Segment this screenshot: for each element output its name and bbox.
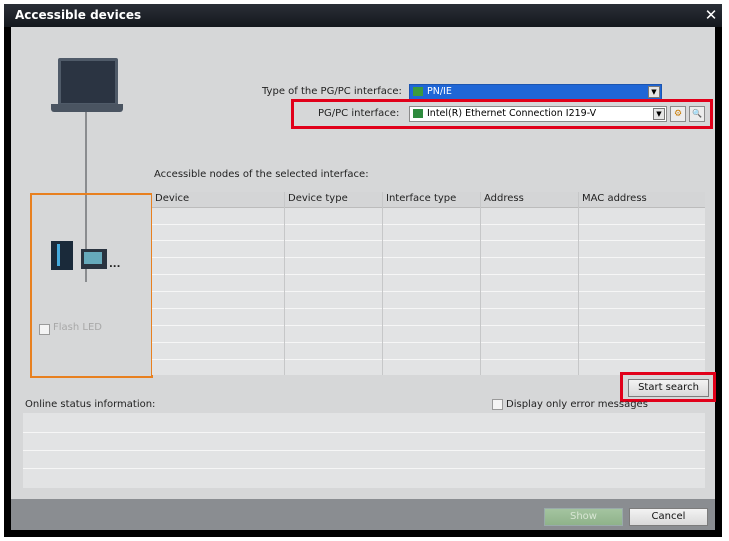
table-header: Device Device type Interface type Addres… [152,192,705,208]
cancel-button[interactable]: Cancel [629,508,708,526]
footer-bar: Show Cancel [11,499,715,530]
dialog-title: Accessible devices [15,8,142,22]
flash-led-label: Flash LED [53,322,102,333]
interface-type-value: PN/IE [427,86,452,97]
error-only-checkbox[interactable] [492,399,503,410]
error-only-label: Display only error messages [506,399,648,410]
column-header-interface-type[interactable]: Interface type [386,193,456,204]
flash-led-checkbox[interactable] [39,324,50,335]
interface-type-dropdown[interactable]: PN/IE ▼ [409,84,662,100]
hmi-device-icon [81,249,107,269]
more-devices-indicator: ... [109,259,121,270]
show-button[interactable]: Show [544,508,623,526]
accessible-devices-dialog: Accessible devices ✕ ... Flash LED Type … [4,4,722,537]
accessible-nodes-table[interactable]: Device Device type Interface type Addres… [152,192,705,375]
laptop-base-icon [51,104,123,112]
title-bar: Accessible devices ✕ [4,4,722,27]
online-status-list [23,413,705,488]
start-search-highlight [620,372,716,402]
column-header-mac-address[interactable]: MAC address [582,193,647,204]
accessible-nodes-heading: Accessible nodes of the selected interfa… [154,169,369,180]
network-plug-icon [413,87,423,96]
column-header-device[interactable]: Device [155,193,189,204]
target-device-frame [30,193,153,378]
interface-type-label: Type of the PG/PC interface: [262,86,402,97]
dialog-body: ... Flash LED Type of the PG/PC interfac… [11,27,716,530]
pgpc-interface-highlight [291,99,713,129]
column-header-address[interactable]: Address [484,193,524,204]
pg-pc-laptop-icon [58,58,118,106]
online-status-heading: Online status information: [25,399,156,410]
plc-device-icon [51,241,73,270]
chevron-down-icon[interactable]: ▼ [648,86,660,98]
close-icon[interactable]: ✕ [702,6,720,24]
column-header-device-type[interactable]: Device type [288,193,348,204]
